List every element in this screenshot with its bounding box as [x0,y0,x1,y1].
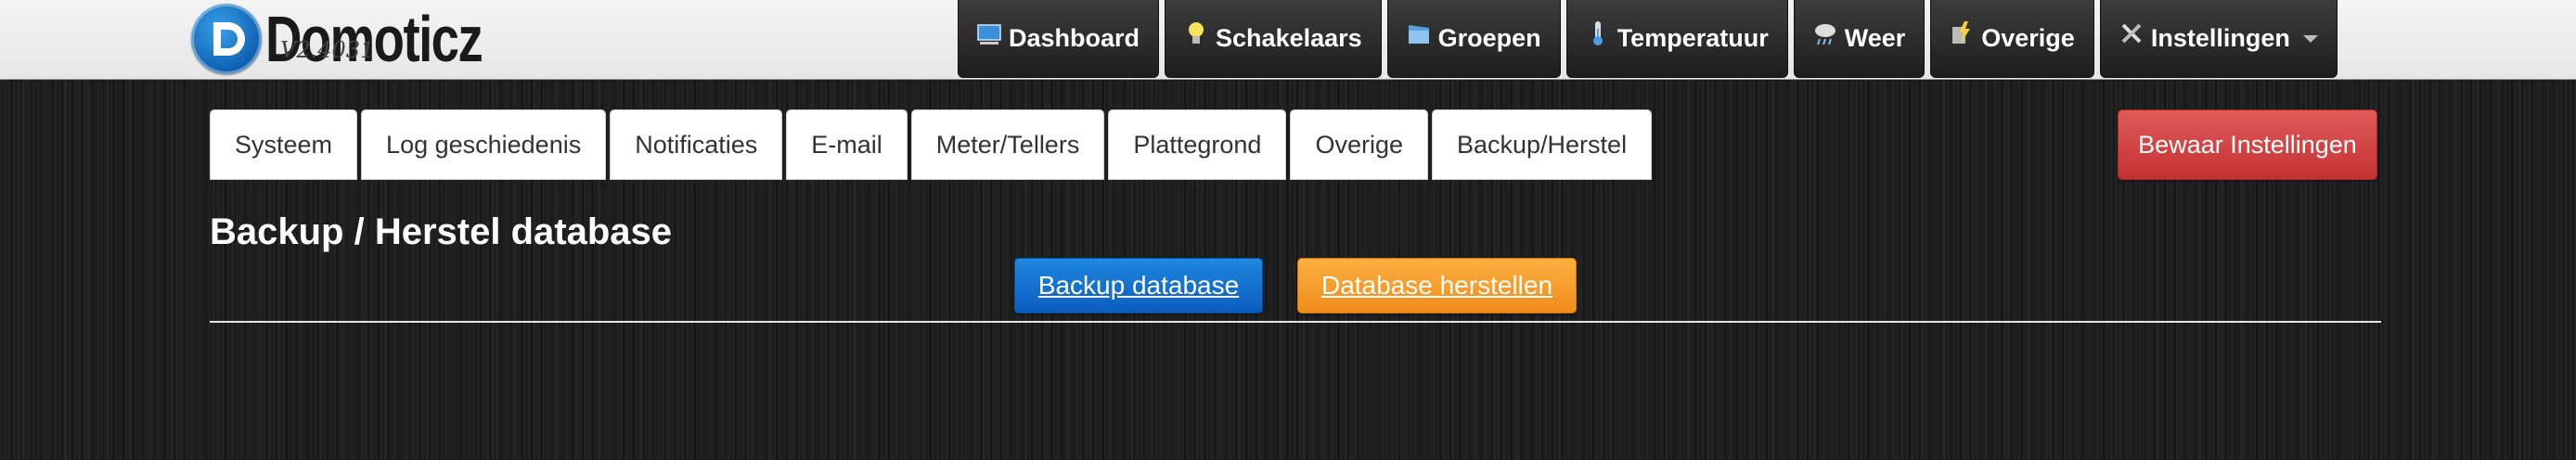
app-version: V2.4031 [280,37,375,63]
tab-e-mail[interactable]: E-mail [786,109,908,180]
lightbulb-icon [1184,19,1208,47]
dashboard-icon [977,19,1001,47]
save-settings-button[interactable]: Bewaar Instellingen [2118,109,2377,180]
tab-backup-herstel[interactable]: Backup/Herstel [1431,109,1653,180]
nav-label: Weer [1844,24,1906,52]
nav-label: Groepen [1437,24,1541,52]
divider [210,321,2381,323]
tools-icon [2119,19,2144,47]
nav-temperatuur[interactable]: Temperatuur [1565,0,1788,78]
tab-log-geschiedenis[interactable]: Log geschiedenis [361,109,607,180]
nav-dashboard[interactable]: Dashboard [958,0,1160,78]
top-header-bar: Domoticz V2.4031 Dashboard Schakelaars G… [0,0,2576,80]
nav-label: Dashboard [1009,24,1140,52]
tab-overige[interactable]: Overige [1290,109,1428,180]
utility-icon [1950,19,1974,47]
nav-weer[interactable]: Weer [1793,0,1926,78]
chevron-down-icon [2302,34,2318,43]
tab-systeem[interactable]: Systeem [210,109,358,180]
nav-label: Instellingen [2150,24,2290,52]
backup-database-button[interactable]: Backup database [1014,258,1263,313]
thermometer-icon [1586,19,1610,47]
tab-plattegrond[interactable]: Plattegrond [1108,109,1287,180]
nav-instellingen[interactable]: Instellingen [2099,0,2338,78]
domoticz-logo-icon [191,4,262,74]
nav-overige[interactable]: Overige [1930,0,2094,78]
clapperboard-icon [1407,19,1431,47]
tab-meter-tellers[interactable]: Meter/Tellers [910,109,1105,180]
page-title: Backup / Herstel database [210,211,672,252]
restore-database-button[interactable]: Database herstellen [1297,258,1577,313]
nav-groepen[interactable]: Groepen [1386,0,1561,78]
nav-label: Schakelaars [1216,24,1362,52]
nav-label: Overige [1981,24,2075,52]
tab-notificaties[interactable]: Notificaties [610,109,783,180]
main-navigation: Dashboard Schakelaars Groepen Temperatuu… [958,0,2338,78]
nav-schakelaars[interactable]: Schakelaars [1165,0,1382,78]
settings-tabs: Systeem Log geschiedenis Notificaties E-… [210,109,1653,180]
rain-cloud-icon [1813,19,1837,47]
nav-label: Temperatuur [1616,24,1769,52]
